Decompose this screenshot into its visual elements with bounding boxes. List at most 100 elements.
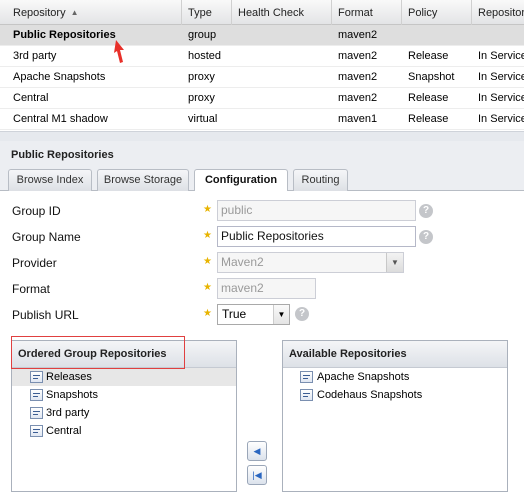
group-name-field[interactable]: Public Repositories xyxy=(217,226,416,247)
column-header-status[interactable]: Repositor xyxy=(472,0,524,25)
repository-icon xyxy=(30,389,43,401)
cell-repository: Central M1 shadow xyxy=(13,113,108,125)
cell-policy: Release xyxy=(408,113,449,125)
list-item-label: Central xyxy=(46,425,82,437)
provider-select: Maven2 ▼ xyxy=(217,252,404,273)
cell-status: In Service xyxy=(478,71,524,83)
list-item[interactable]: Releases xyxy=(12,368,236,386)
column-header-repository[interactable]: Repository ▲ xyxy=(7,0,182,25)
list-item[interactable]: Central xyxy=(12,422,236,440)
table-row[interactable]: Central proxy maven2 Release In Service xyxy=(0,88,524,109)
cell-health xyxy=(232,25,332,46)
required-star-icon: ★ xyxy=(203,204,212,215)
list-item[interactable]: Codehaus Snapshots xyxy=(283,386,507,404)
chevron-down-icon: ▼ xyxy=(273,305,289,324)
tab-strip: Browse Index Browse Storage Configuratio… xyxy=(0,167,524,192)
splitter[interactable] xyxy=(0,131,524,141)
repository-icon xyxy=(300,389,313,401)
cell-health xyxy=(232,46,332,67)
cell-format: maven2 xyxy=(338,50,378,62)
table-row[interactable]: Central M1 shadow virtual maven1 Release… xyxy=(0,109,524,130)
cell-format: maven2 xyxy=(338,71,378,83)
cell-type: virtual xyxy=(188,113,218,125)
column-header-label: Repository xyxy=(13,7,66,19)
tab-routing[interactable]: Routing xyxy=(293,169,348,191)
help-icon[interactable]: ? xyxy=(419,204,433,218)
available-list: Available Repositories Apache Snapshots … xyxy=(282,340,508,492)
list-item-label: Releases xyxy=(46,371,92,383)
list-item[interactable]: Apache Snapshots xyxy=(283,368,507,386)
provider-label: Provider xyxy=(12,256,57,270)
list-item-label: 3rd party xyxy=(46,407,90,419)
cell-status xyxy=(472,25,524,46)
format-field: maven2 xyxy=(217,278,316,299)
required-star-icon: ★ xyxy=(203,282,212,293)
cell-policy: Snapshot xyxy=(408,71,455,83)
tab-browse-storage[interactable]: Browse Storage xyxy=(97,169,189,191)
publish-url-label: Publish URL xyxy=(12,308,79,322)
repository-icon xyxy=(30,425,43,437)
panel-title: Public Repositories xyxy=(11,149,114,161)
move-left-button[interactable]: ◀ xyxy=(247,441,267,461)
cell-status: In Service xyxy=(478,92,524,104)
group-id-field: public xyxy=(217,200,416,221)
cell-policy: Release xyxy=(408,50,449,62)
cell-repository: 3rd party xyxy=(13,50,57,62)
cell-repository: Public Repositories xyxy=(13,29,116,41)
required-star-icon: ★ xyxy=(203,230,212,241)
cell-health xyxy=(232,109,332,130)
cell-repository: Apache Snapshots xyxy=(13,71,106,83)
required-star-icon: ★ xyxy=(203,308,212,319)
cell-policy: Release xyxy=(408,92,449,104)
tab-configuration[interactable]: Configuration xyxy=(194,169,288,192)
repository-icon xyxy=(30,371,43,383)
tab-browse-index[interactable]: Browse Index xyxy=(8,169,92,191)
group-name-label: Group Name xyxy=(12,230,81,244)
cell-type: group xyxy=(188,29,217,41)
provider-value: Maven2 xyxy=(221,255,264,269)
list-item-label: Snapshots xyxy=(46,389,98,401)
repository-grid: Repository ▲ Type Health Check Format Pol… xyxy=(0,0,524,131)
help-icon[interactable]: ? xyxy=(295,307,309,321)
cell-status: In Service xyxy=(478,50,524,62)
list-item-label: Apache Snapshots xyxy=(317,371,410,383)
format-label: Format xyxy=(12,282,51,296)
publish-url-select[interactable]: True ▼ xyxy=(217,304,290,325)
table-row[interactable]: 3rd party hosted maven2 Release In Servi… xyxy=(0,46,524,67)
list-item[interactable]: 3rd party xyxy=(12,404,236,422)
available-header: Available Repositories xyxy=(283,341,507,368)
cell-format: maven1 xyxy=(338,113,378,125)
cell-status: In Service xyxy=(478,113,524,125)
red-arrow-pointer xyxy=(114,40,124,63)
column-header-policy[interactable]: Policy xyxy=(402,0,472,25)
cell-format: maven2 xyxy=(338,92,378,104)
cell-health xyxy=(232,67,332,88)
column-header-health-check[interactable]: Health Check xyxy=(232,0,332,25)
sort-ascending-icon: ▲ xyxy=(70,8,79,17)
publish-url-value: True xyxy=(222,307,247,321)
table-row[interactable]: Apache Snapshots proxy maven2 Snapshot I… xyxy=(0,67,524,88)
cell-type: hosted xyxy=(188,50,222,62)
cell-policy xyxy=(402,25,472,46)
cell-repository: Central xyxy=(13,92,49,104)
arrow-first-icon: |◀ xyxy=(252,470,262,480)
table-row[interactable]: Public Repositories group maven2 xyxy=(0,25,524,46)
group-id-label: Group ID xyxy=(12,204,61,218)
chevron-down-icon: ▼ xyxy=(386,253,403,272)
list-item[interactable]: Snapshots xyxy=(12,386,236,404)
arrow-left-icon: ◀ xyxy=(253,446,261,456)
help-icon[interactable]: ? xyxy=(419,230,433,244)
repository-icon xyxy=(300,371,313,383)
cell-format: maven2 xyxy=(338,29,378,41)
cell-type: proxy xyxy=(188,92,215,104)
repository-detail-panel: Public Repositories Browse Index Browse … xyxy=(0,141,524,492)
move-first-button[interactable]: |◀ xyxy=(247,465,267,485)
repository-icon xyxy=(30,407,43,419)
annotation-highlight-box xyxy=(11,336,185,369)
required-star-icon: ★ xyxy=(203,256,212,267)
grid-header: Repository ▲ Type Health Check Format Pol… xyxy=(0,0,524,25)
column-header-type[interactable]: Type xyxy=(182,0,232,25)
column-header-format[interactable]: Format xyxy=(332,0,402,25)
cell-health xyxy=(232,88,332,109)
cell-type: proxy xyxy=(188,71,215,83)
